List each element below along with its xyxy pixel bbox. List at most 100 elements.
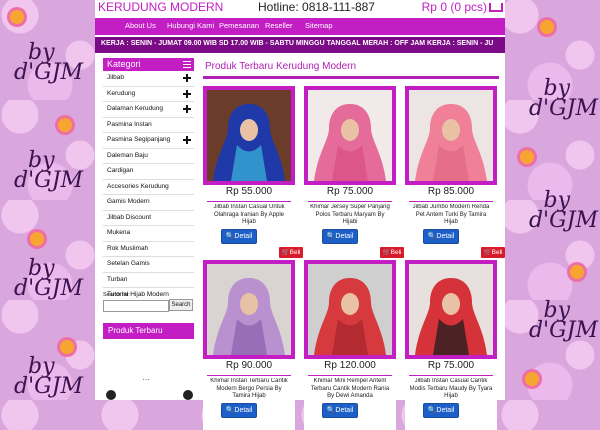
category-item[interactable]: Cardigan xyxy=(103,164,194,180)
detail-label[interactable]: Detail xyxy=(234,407,252,414)
page-container: KERUDUNG MODERN Hotline: 0818-111-887 Rp… xyxy=(95,0,505,430)
detail-button[interactable]: 🔍Detail xyxy=(322,229,358,244)
product-image[interactable] xyxy=(409,90,493,181)
buy-label[interactable]: Beli xyxy=(290,249,301,256)
product-image[interactable] xyxy=(207,264,291,355)
search-input[interactable] xyxy=(103,300,169,312)
category-item[interactable]: Daleman Baju xyxy=(103,148,194,164)
category-item[interactable]: Turban xyxy=(103,272,194,288)
category-item[interactable]: Jilbab xyxy=(103,71,194,87)
nav-about-us[interactable]: About Us xyxy=(125,21,156,30)
product-name[interactable]: Jilbab Instan Casual Untuk Olahraga Iran… xyxy=(207,204,291,226)
flower-icon xyxy=(540,20,554,34)
expand-plus-icon[interactable] xyxy=(183,136,191,144)
nav-sitemap[interactable]: Sitemap xyxy=(305,21,333,30)
product-image[interactable] xyxy=(409,264,493,355)
product-image-frame[interactable] xyxy=(405,86,497,185)
detail-label[interactable]: Detail xyxy=(234,233,252,240)
product-card[interactable]: Rp 90.000 Khimar Instan Terbaru Cantik Mo… xyxy=(203,260,295,430)
category-label[interactable]: Pasmina Instan xyxy=(107,121,152,128)
category-label[interactable]: Pasmina Segipanjang xyxy=(107,136,170,143)
site-title[interactable]: KERUDUNG MODERN xyxy=(98,0,223,14)
detail-button[interactable]: 🔍Detail xyxy=(322,403,358,418)
cart-summary[interactable]: Rp 0 (0 pcs) xyxy=(422,0,503,14)
category-label[interactable]: Cardigan xyxy=(107,167,133,174)
detail-button[interactable]: 🔍Detail xyxy=(221,403,257,418)
search-button[interactable]: Search xyxy=(169,299,193,311)
product-price: Rp 55.000 xyxy=(225,186,273,197)
expand-plus-icon[interactable] xyxy=(183,89,191,98)
category-item[interactable]: Pasmina Instan xyxy=(103,117,194,133)
expand-plus-icon[interactable] xyxy=(183,74,191,82)
product-image-frame[interactable] xyxy=(304,260,396,359)
product-name[interactable]: Khimar Instan Terbaru Cantik Modern Berg… xyxy=(207,378,291,400)
buy-label[interactable]: Beli xyxy=(391,249,402,256)
detail-button[interactable]: 🔍Detail xyxy=(423,403,459,418)
category-label[interactable]: Kerudung xyxy=(107,90,135,97)
product-card[interactable]: Rp 75.000 Khimar Jersey Super Panjang Pol… xyxy=(304,86,404,258)
product-card[interactable]: Rp 75.000 Jilbab Instan Casual Cantik Mod… xyxy=(405,260,497,430)
nav-hubungi-kami[interactable]: Hubungi Kami xyxy=(167,21,214,30)
product-image-frame[interactable] xyxy=(203,260,295,359)
buy-button[interactable]: 🛒Beli xyxy=(481,247,505,258)
divider xyxy=(308,201,392,202)
search-label: Search for: xyxy=(103,292,130,298)
product-name[interactable]: Jilbab Jumbo Modern Renda Pet Antem Turk… xyxy=(409,204,493,226)
kategori-header: Kategori xyxy=(103,58,194,71)
category-item[interactable]: Mukena xyxy=(103,226,194,242)
product-image[interactable] xyxy=(308,264,392,355)
product-image[interactable] xyxy=(207,90,291,181)
cart-icon[interactable] xyxy=(489,3,503,13)
product-image-frame[interactable] xyxy=(203,86,295,185)
product-card[interactable]: Rp 120.000 Khimar Mini Rempel Antem Terba… xyxy=(304,260,396,430)
menu-icon[interactable] xyxy=(183,61,191,68)
product-image[interactable] xyxy=(308,90,392,181)
category-item[interactable]: Jilbab Discount xyxy=(103,210,194,226)
product-card[interactable]: Rp 55.000 Jilbab Instan Casual Untuk Olah… xyxy=(203,86,303,258)
category-label[interactable]: Jilbab Discount xyxy=(107,214,151,221)
product-image-frame[interactable] xyxy=(405,260,497,359)
category-label[interactable]: Dalaman Kerudung xyxy=(107,105,163,112)
category-label[interactable]: Gamis Modern xyxy=(107,198,150,205)
category-label[interactable]: Mukena xyxy=(107,229,130,236)
product-name[interactable]: Khimar Jersey Super Panjang Polos Terbar… xyxy=(308,204,392,226)
buy-label[interactable]: Beli xyxy=(492,249,503,256)
detail-label[interactable]: Detail xyxy=(335,407,353,414)
buy-button[interactable]: 🛒Beli xyxy=(380,247,404,258)
product-name[interactable]: Khimar Mini Rempel Antem Terbaru Cantik … xyxy=(308,378,392,400)
category-item[interactable]: Gamis Modern xyxy=(103,195,194,211)
flower-icon xyxy=(520,150,534,164)
category-item[interactable]: Rok Muslimah xyxy=(103,241,194,257)
category-item[interactable]: Pasmina Segipanjang xyxy=(103,133,194,149)
product-price: Rp 90.000 xyxy=(225,360,273,371)
detail-button[interactable]: 🔍Detail xyxy=(221,229,257,244)
category-item[interactable]: Dalaman Kerudung xyxy=(103,102,194,118)
nav-reseller[interactable]: Reseller xyxy=(265,21,293,30)
product-image-frame[interactable] xyxy=(304,86,396,185)
expand-plus-icon[interactable] xyxy=(183,105,191,113)
cart-total[interactable]: Rp 0 (0 pcs) xyxy=(422,0,487,14)
category-label[interactable]: Setelan Gamis xyxy=(107,260,150,267)
category-item[interactable]: Accesories Kerudung xyxy=(103,179,194,195)
detail-label[interactable]: Detail xyxy=(436,233,454,240)
product-name[interactable]: Jilbab Instan Casual Cantik Modis Terbar… xyxy=(409,378,493,400)
loading-icon: ⋯ xyxy=(142,375,150,384)
product-card[interactable]: Rp 85.000 Jilbab Jumbo Modern Renda Pet A… xyxy=(405,86,505,258)
next-arrow-icon[interactable] xyxy=(183,390,193,400)
detail-label[interactable]: Detail xyxy=(436,407,454,414)
watermark-brand: d'GJM xyxy=(14,374,84,399)
product-price: Rp 85.000 xyxy=(427,186,475,197)
category-label[interactable]: Turban xyxy=(107,276,127,283)
detail-label[interactable]: Detail xyxy=(335,233,353,240)
category-label[interactable]: Daleman Baju xyxy=(107,152,148,159)
nav-pemesanan[interactable]: Pemesanan xyxy=(219,21,259,30)
category-item[interactable]: Kerudung xyxy=(103,86,194,102)
category-label[interactable]: Rok Muslimah xyxy=(107,245,148,252)
category-label[interactable]: Jilbab xyxy=(107,74,124,81)
buy-button[interactable]: 🛒Beli xyxy=(279,247,303,258)
category-item[interactable]: Setelan Gamis xyxy=(103,257,194,273)
category-label[interactable]: Accesories Kerudung xyxy=(107,183,169,190)
flower-icon xyxy=(60,340,74,354)
prev-arrow-icon[interactable] xyxy=(106,390,116,400)
detail-button[interactable]: 🔍Detail xyxy=(423,229,459,244)
